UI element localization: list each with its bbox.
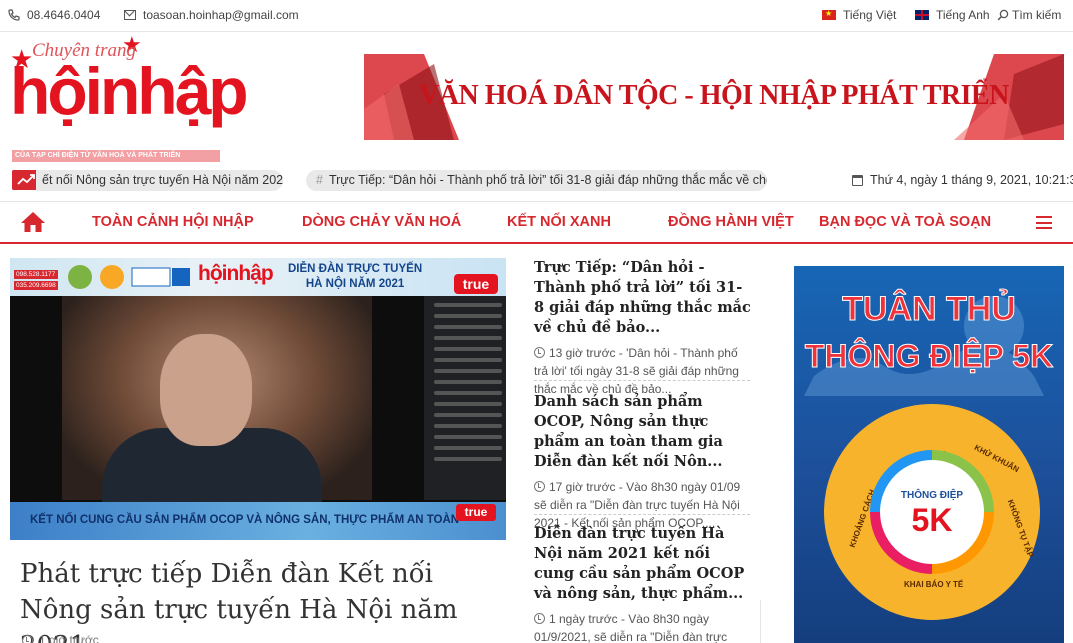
calendar-icon: [852, 174, 863, 186]
news-time: 17 giờ trước: [549, 480, 616, 494]
banner-text: VĂN HOÁ DÂN TỘC - HỘI NHẬP PHÁT TRIỂN: [419, 80, 1009, 111]
featured-meta: 1 giờ trước: [22, 633, 99, 643]
uk-flag-icon: [915, 10, 929, 20]
video-title: DIỄN ĐÀN TRỰC TUYẾN HÀ NỘI NĂM 2021: [288, 262, 422, 292]
sidebar-ad-5k[interactable]: TUÂN THỦ THÔNG ĐIỆP 5K KHẨU TRANG KHỬ KH…: [794, 266, 1064, 643]
ad-center-label: THÔNG ĐIỆP: [900, 490, 964, 501]
video-title-line: HÀ NỘI NĂM 2021: [305, 278, 405, 290]
ad-line1: TUÂN THỦ: [842, 290, 1017, 329]
menu-icon[interactable]: [1036, 216, 1052, 229]
true-logo: true: [456, 504, 496, 521]
5k-ring: KHẨU TRANG KHỬ KHUẨN KHOẢNG CÁCH KHÔNG T…: [824, 404, 1040, 620]
search-icon: [997, 9, 1009, 21]
partner-logos: [68, 265, 190, 289]
clock-icon: [534, 613, 545, 624]
ring-core: THÔNG ĐIỆP 5K: [880, 460, 984, 564]
hashtag-icon: #: [316, 173, 323, 187]
site-logo[interactable]: ★ ★ Chuyên trang hộinhập CỦA TẠP CHÍ ĐIỆ…: [10, 32, 249, 164]
contact-email[interactable]: toasoan.hoinhap@gmail.com: [124, 8, 299, 22]
video-title-line: DIỄN ĐÀN TRỰC TUYẾN: [288, 263, 423, 275]
main-nav: TOÀN CẢNH HỘI NHẬP DÒNG CHẢY VĂN HOÁ KẾT…: [0, 201, 1073, 244]
datetime-text: Thứ 4, ngày 1 tháng 9, 2021, 10:21:37: [870, 173, 1073, 187]
ad-item: KHAI BÁO Y TẾ: [904, 580, 964, 589]
news-item[interactable]: Diễn đàn trực tuyến Hà Nội năm 2021 kết …: [534, 524, 752, 643]
news-title[interactable]: Danh sách sản phẩm OCOP, Nông sản thực p…: [534, 392, 752, 472]
ring-inner: THÔNG ĐIỆP 5K: [870, 450, 994, 574]
divider: [534, 514, 750, 515]
video-caption-bar: KẾT NỐI CUNG CẦU SẢN PHẨM OCOP VÀ NÔNG S…: [10, 502, 506, 540]
nav-item-toan-canh[interactable]: TOÀN CẢNH HỘI NHẬP: [92, 214, 254, 230]
nav-item-ket-noi-xanh[interactable]: KẾT NỐI XANH: [507, 214, 611, 230]
home-icon[interactable]: [20, 211, 46, 233]
nav-item-ban-doc[interactable]: BẠN ĐỌC VÀ TOÀ SOẠN: [819, 214, 991, 230]
video-logo: hộinhập: [198, 262, 274, 285]
phone-number: 08.4646.0404: [27, 8, 101, 22]
ticker-item-text: Trực Tiếp: “Dân hỏi - Thành phố trả lời”…: [328, 173, 767, 187]
featured-image[interactable]: 098.528.1177 035.209.6698 hộinhập DIỄN Đ…: [10, 258, 506, 540]
featured-time: 1 giờ trước: [39, 633, 99, 643]
ticker-item-text: ết nối Nông sản trực tuyến Hà Nội năm 20…: [42, 173, 283, 187]
divider: [534, 380, 750, 381]
current-datetime: Thứ 4, ngày 1 tháng 9, 2021, 10:21:37: [852, 173, 1073, 187]
news-title[interactable]: Trực Tiếp: “Dân hỏi - Thành phố trả lời”…: [534, 258, 752, 338]
world-map-decoration: [804, 296, 1044, 396]
lang-vi-link[interactable]: Tiếng Việt: [822, 8, 896, 22]
ticker-item[interactable]: # Trực Tiếp: “Dân hỏi - Thành phố trả lời…: [306, 170, 767, 191]
true-logo: true: [454, 274, 498, 294]
participant-list: [424, 296, 506, 500]
phone-icon: [8, 9, 20, 21]
news-summary: 13 giờ trước - 'Dân hỏi - Thành phố trả …: [534, 344, 752, 398]
news-time: 13 giờ trước: [549, 346, 616, 360]
news-item[interactable]: Trực Tiếp: “Dân hỏi - Thành phố trả lời”…: [534, 258, 752, 398]
speaker-video: [62, 296, 372, 508]
lang-en-label: Tiếng Anh: [936, 8, 990, 22]
hotline[interactable]: 08.4646.0404: [8, 8, 100, 22]
nav-item-dong-chay[interactable]: DÒNG CHẢY VĂN HOÁ: [302, 214, 461, 230]
speaker-face: [160, 334, 252, 446]
video-caption: KẾT NỐI CUNG CẦU SẢN PHẨM OCOP VÀ NÔNG S…: [30, 514, 460, 526]
vietnam-flag-icon: [822, 9, 836, 20]
logo-name: hộinhập: [10, 54, 249, 128]
news-item[interactable]: Danh sách sản phẩm OCOP, Nông sản thực p…: [534, 392, 752, 532]
logo-tagline: CỦA TẠP CHÍ ĐIỆN TỬ VĂN HOÁ VÀ PHÁT TRIỂ…: [12, 150, 220, 162]
ad-center-big: 5K: [911, 502, 953, 538]
clock-icon: [22, 634, 33, 643]
email-address: toasoan.hoinhap@gmail.com: [143, 8, 299, 22]
ticker-item[interactable]: ết nối Nông sản trực tuyến Hà Nội năm 20…: [36, 170, 283, 191]
news-ticker: ết nối Nông sản trực tuyến Hà Nội năm 20…: [0, 168, 1073, 196]
video-phone: 098.528.1177: [14, 270, 58, 279]
mail-icon: [124, 10, 136, 20]
lang-vi-label: Tiếng Việt: [843, 8, 897, 22]
ad-line2: THÔNG ĐIỆP 5K: [804, 338, 1054, 375]
clock-icon: [534, 347, 545, 358]
search-label: Tìm kiếm: [1012, 8, 1062, 22]
ad-item: KHỬ KHUẨN: [972, 442, 1021, 475]
ad-item: KHÔNG TỤ TẬP: [1005, 498, 1036, 559]
video-hotlines: 098.528.1177 035.209.6698: [14, 270, 58, 292]
nav-item-dong-hanh[interactable]: ĐỒNG HÀNH VIỆT: [668, 214, 794, 230]
featured-title[interactable]: Phát trực tiếp Diễn đàn Kết nối Nông sản…: [20, 556, 500, 643]
top-bar: 08.4646.0404 toasoan.hoinhap@gmail.com T…: [0, 0, 1073, 32]
lang-en-link[interactable]: Tiếng Anh: [915, 8, 990, 22]
clock-icon: [534, 481, 545, 492]
video-header: 098.528.1177 035.209.6698 hộinhập DIỄN Đ…: [10, 258, 506, 296]
news-time: 1 ngày trước: [549, 612, 618, 626]
search-button[interactable]: Tìm kiếm: [997, 8, 1061, 22]
header-banner[interactable]: VĂN HOÁ DÂN TỘC - HỘI NHẬP PHÁT TRIỂN: [364, 54, 1064, 140]
video-phone: 035.209.6698: [14, 281, 58, 290]
divider: [760, 600, 761, 643]
news-title[interactable]: Diễn đàn trực tuyến Hà Nội năm 2021 kết …: [534, 524, 752, 604]
news-summary: 1 ngày trước - Vào 8h30 ngày 01/9/2021, …: [534, 610, 752, 643]
